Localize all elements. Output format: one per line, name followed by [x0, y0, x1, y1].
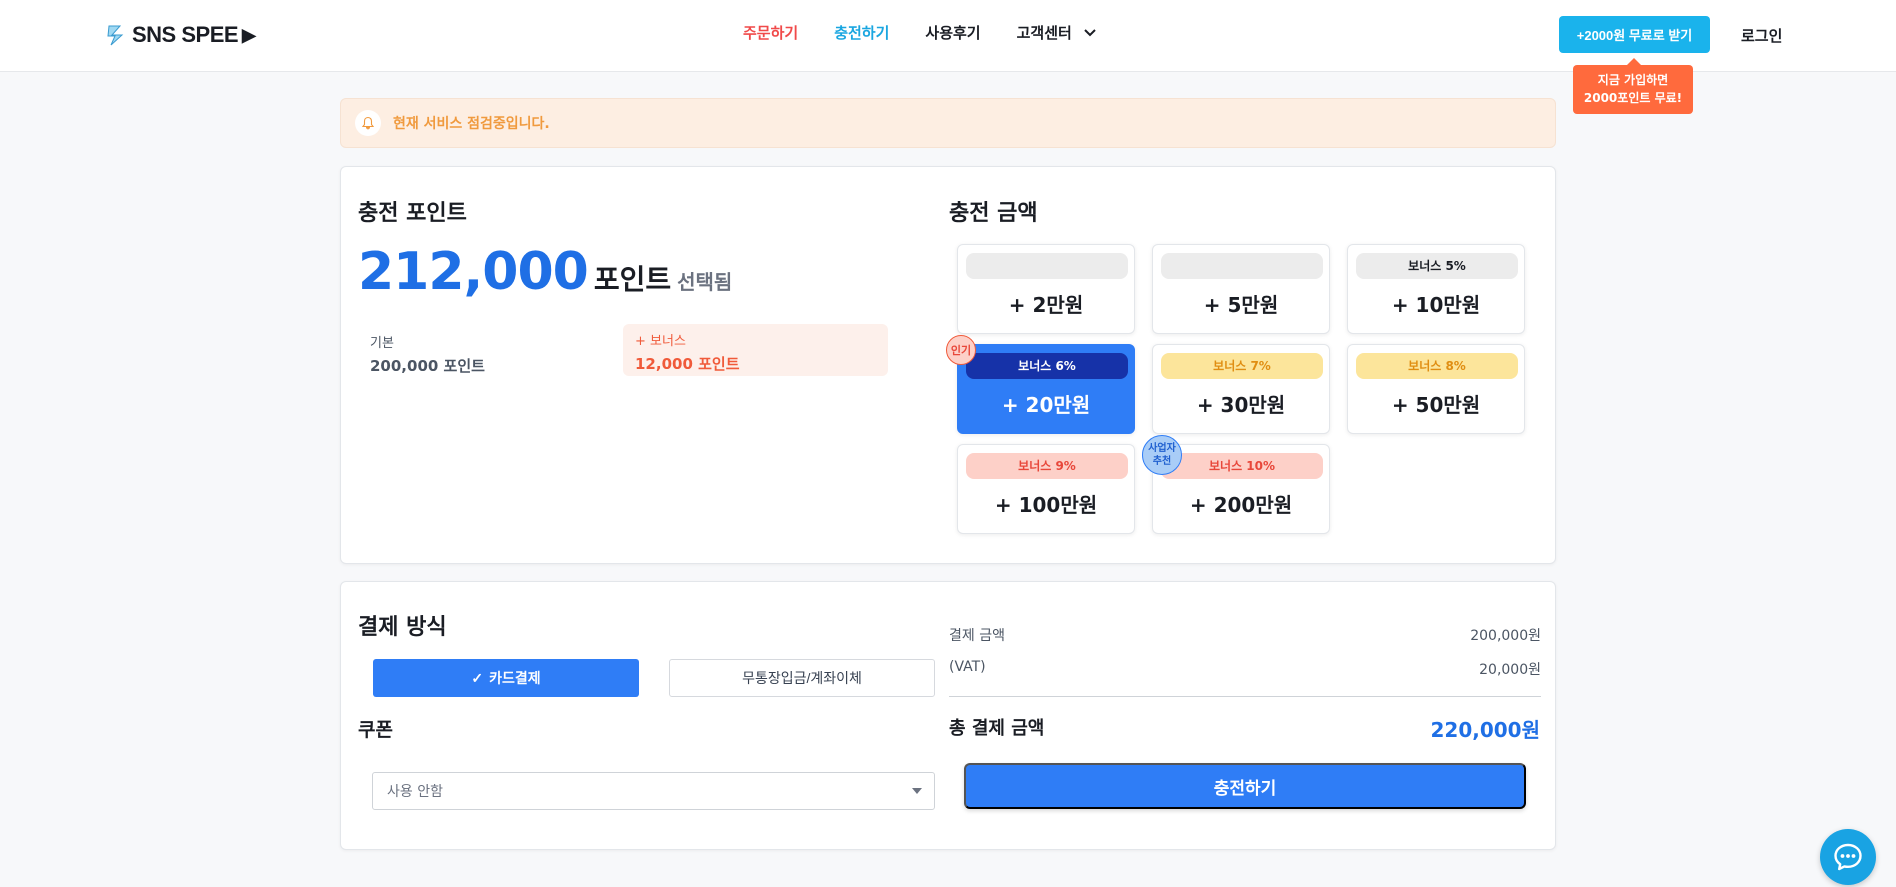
option-tag: 보너스 8%	[1356, 353, 1518, 379]
charge-card: 충전 포인트 212,000 포인트 선택됨 기본 200,000 포인트 + …	[340, 166, 1556, 564]
chat-bubble-icon	[1834, 843, 1862, 871]
logo-chevron-icon: ▶	[242, 24, 256, 45]
card-payment-button[interactable]: ✓ 카드결제	[373, 659, 639, 697]
bonus-points-box: + 보너스 12,000 포인트	[623, 324, 888, 376]
amount-option-200k[interactable]: 보너스 6% + 20만원	[957, 344, 1135, 434]
base-points-value: 200,000 포인트	[370, 357, 485, 375]
points-unit: 포인트	[593, 263, 672, 296]
nav-customer-center[interactable]: 고객센터	[1017, 22, 1098, 43]
option-amount: + 5만원	[1203, 293, 1279, 317]
chat-button[interactable]	[1820, 829, 1876, 885]
coupon-value: 사용 안함	[387, 784, 443, 800]
amount-option-50k[interactable]: + 5만원	[1152, 244, 1330, 334]
amount-option-100k[interactable]: 보너스 5% + 10만원	[1347, 244, 1525, 334]
option-amount: + 30만원	[1196, 393, 1286, 417]
login-link[interactable]: 로그인	[1741, 25, 1782, 46]
badge-line-1: 사업자	[1148, 443, 1176, 454]
option-amount: + 20만원	[1001, 393, 1091, 417]
logo[interactable]: SNS SPEE ▶	[106, 20, 256, 50]
logo-text: SNS SPEE	[132, 22, 239, 47]
total-value: 220,000원	[1430, 718, 1541, 742]
points-selected-label: 선택됨	[677, 270, 733, 294]
points-total: 212,000	[358, 242, 589, 302]
notice-text: 현재 서비스 점검중입니다.	[393, 116, 550, 132]
business-recommend-badge: 사업자추천	[1142, 435, 1182, 475]
option-tag: 보너스 6%	[966, 353, 1128, 379]
main-nav: 주문하기 충전하기 사용후기 고객센터	[743, 22, 1098, 43]
popular-badge: 인기	[946, 335, 976, 365]
coupon-title: 쿠폰	[358, 719, 393, 741]
option-tag: 보너스 5%	[1356, 253, 1518, 279]
charge-submit-button[interactable]: 충전하기	[964, 763, 1526, 809]
charge-amount-title: 충전 금액	[949, 201, 1038, 226]
signup-promo-button[interactable]: +2000원 무료로 받기	[1559, 16, 1710, 53]
amount-option-20k[interactable]: + 2만원	[957, 244, 1135, 334]
maintenance-notice: 현재 서비스 점검중입니다.	[340, 98, 1556, 148]
bank-transfer-button[interactable]: 무통장입금/계좌이체	[669, 659, 935, 697]
signup-tooltip: 지금 가입하면 2000포인트 무료!	[1573, 58, 1693, 114]
badge-line-2: 추천	[1152, 456, 1172, 467]
option-tag: 보너스 10%	[1161, 453, 1323, 479]
nav-review[interactable]: 사용후기	[925, 22, 980, 43]
check-icon: ✓	[471, 669, 484, 686]
bonus-points-label: + 보너스	[635, 334, 686, 349]
amount-value: 200,000원	[1470, 628, 1541, 644]
payment-method-title: 결제 방식	[358, 615, 447, 640]
option-amount: + 10만원	[1391, 293, 1481, 317]
card-payment-label: 카드결제	[489, 670, 541, 686]
payment-card: 결제 방식 ✓ 카드결제 무통장입금/계좌이체 쿠폰 사용 안함 결제 금액 2…	[340, 581, 1556, 850]
nav-customer-center-label: 고객센터	[1016, 24, 1072, 42]
option-amount: + 2만원	[1008, 293, 1084, 317]
tooltip-line-2: 2000포인트 무료!	[1583, 91, 1683, 105]
caret-down-icon	[912, 788, 922, 794]
amount-option-300k[interactable]: 보너스 7% + 30만원	[1152, 344, 1330, 434]
option-amount: + 50만원	[1391, 393, 1481, 417]
amount-option-1m[interactable]: 보너스 9% + 100만원	[957, 444, 1135, 534]
total-label: 총 결제 금액	[949, 718, 1045, 739]
base-points-label: 기본	[370, 336, 394, 351]
base-points-box: 기본 200,000 포인트	[358, 324, 608, 376]
option-tag: 보너스 9%	[966, 453, 1128, 479]
option-tag	[966, 253, 1128, 279]
vat-value: 20,000원	[1479, 662, 1541, 678]
summary-divider	[949, 696, 1541, 697]
site-header: SNS SPEE ▶ 주문하기 충전하기 사용후기 고객센터 +2000원 무료…	[0, 0, 1896, 72]
option-tag	[1161, 253, 1323, 279]
vat-row: (VAT) 20,000원	[949, 659, 1541, 679]
coupon-select[interactable]: 사용 안함	[372, 772, 935, 810]
bell-icon	[355, 110, 381, 136]
amount-row: 결제 금액 200,000원	[949, 625, 1541, 645]
tooltip-line-1: 지금 가입하면	[1597, 73, 1669, 87]
option-tag: 보너스 7%	[1161, 353, 1323, 379]
vat-label: (VAT)	[949, 659, 986, 675]
chevron-down-icon	[1084, 28, 1096, 36]
option-amount: + 200만원	[1189, 493, 1293, 517]
amount-label: 결제 금액	[949, 628, 1005, 644]
bonus-points-value: 12,000 포인트	[635, 355, 740, 373]
nav-order[interactable]: 주문하기	[743, 22, 798, 43]
option-amount: + 100만원	[994, 493, 1098, 517]
nav-charge[interactable]: 충전하기	[834, 22, 889, 43]
points-summary: 212,000 포인트 선택됨	[358, 242, 732, 302]
amount-option-500k[interactable]: 보너스 8% + 50만원	[1347, 344, 1525, 434]
logo-mark-icon	[107, 25, 124, 46]
charge-points-title: 충전 포인트	[358, 201, 467, 226]
